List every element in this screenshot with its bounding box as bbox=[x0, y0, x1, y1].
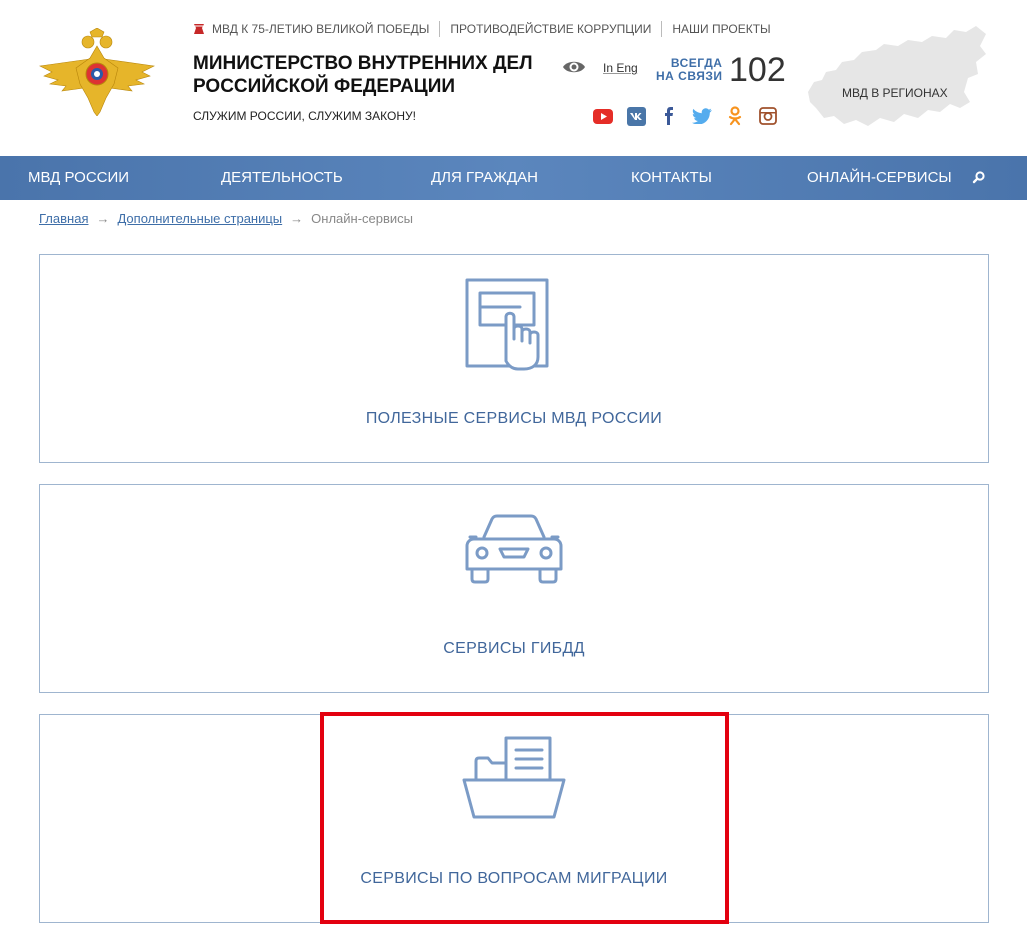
our-projects-link[interactable]: НАШИ ПРОЕКТЫ bbox=[672, 22, 770, 36]
nav-item-for-citizens[interactable]: ДЛЯ ГРАЖДАН bbox=[431, 156, 538, 200]
search-icon[interactable] bbox=[971, 170, 987, 186]
language-link[interactable]: In Eng bbox=[603, 61, 638, 75]
instagram-icon[interactable] bbox=[758, 106, 778, 126]
breadcrumb-separator: → bbox=[290, 211, 304, 226]
top-links: МВД К 75-ЛЕТИЮ ВЕЛИКОЙ ПОБЕДЫ ПРОТИВОДЕЙ… bbox=[192, 20, 771, 38]
eye-icon[interactable] bbox=[562, 58, 586, 76]
service-card-label: СЕРВИСЫ ГИБДД bbox=[443, 640, 585, 657]
divider bbox=[661, 21, 663, 37]
breadcrumb: Главная → Дополнительные страницы → Онла… bbox=[39, 211, 413, 226]
victory-75-label: МВД К 75-ЛЕТИЮ ВЕЛИКОЙ ПОБЕДЫ bbox=[212, 22, 430, 36]
service-card-gibdd[interactable]: СЕРВИСЫ ГИБДД bbox=[39, 484, 989, 693]
main-nav: МВД РОССИИ ДЕЯТЕЛЬНОСТЬ ДЛЯ ГРАЖДАН КОНТ… bbox=[0, 156, 1027, 200]
youtube-icon[interactable] bbox=[593, 106, 613, 126]
service-card-label: ПОЛЕЗНЫЕ СЕРВИСЫ МВД РОССИИ bbox=[365, 410, 663, 427]
breadcrumb-home[interactable]: Главная bbox=[39, 211, 88, 226]
folder-document-icon bbox=[462, 736, 566, 819]
victory-75-link[interactable]: МВД К 75-ЛЕТИЮ ВЕЛИКОЙ ПОБЕДЫ bbox=[192, 22, 429, 36]
site-header: МВД К 75-ЛЕТИЮ ВЕЛИКОЙ ПОБЕДЫ ПРОТИВОДЕЙ… bbox=[0, 0, 1027, 156]
touch-terminal-icon bbox=[465, 278, 549, 371]
victory-75-icon bbox=[194, 24, 204, 34]
social-links bbox=[593, 106, 791, 126]
russia-map[interactable] bbox=[800, 22, 990, 132]
service-card-migration[interactable]: СЕРВИСЫ ПО ВОПРОСАМ МИГРАЦИИ bbox=[39, 714, 989, 923]
service-card-mvd[interactable]: ПОЛЕЗНЫЕ СЕРВИСЫ МВД РОССИИ bbox=[39, 254, 989, 463]
emblem-logo[interactable] bbox=[38, 28, 156, 116]
service-card-label: СЕРВИСЫ ПО ВОПРОСАМ МИГРАЦИИ bbox=[360, 870, 668, 887]
facebook-icon[interactable] bbox=[659, 106, 679, 126]
phone-number[interactable]: 102 bbox=[729, 50, 786, 90]
site-title[interactable]: МИНИСТЕРСТВО ВНУТРЕННИХ ДЕЛ РОССИЙСКОЙ Ф… bbox=[193, 52, 553, 98]
always-connected: ВСЕГДА НА СВЯЗИ bbox=[656, 57, 722, 83]
car-icon bbox=[465, 514, 563, 584]
odnoklassniki-icon[interactable] bbox=[725, 106, 745, 126]
divider bbox=[439, 21, 441, 37]
nav-item-contacts[interactable]: КОНТАКТЫ bbox=[631, 156, 712, 200]
anti-corruption-link[interactable]: ПРОТИВОДЕЙСТВИЕ КОРРУПЦИИ bbox=[450, 22, 651, 36]
breadcrumb-additional-pages[interactable]: Дополнительные страницы bbox=[117, 211, 282, 226]
vk-icon[interactable] bbox=[626, 106, 646, 126]
regions-label[interactable]: МВД В РЕГИОНАХ bbox=[842, 86, 948, 100]
breadcrumb-separator: → bbox=[96, 211, 110, 226]
nav-item-online-services[interactable]: ОНЛАЙН-СЕРВИСЫ bbox=[807, 156, 952, 200]
always-line2: НА СВЯЗИ bbox=[656, 69, 723, 83]
nav-item-activity[interactable]: ДЕЯТЕЛЬНОСТЬ bbox=[221, 156, 343, 200]
site-slogan: СЛУЖИМ РОССИИ, СЛУЖИМ ЗАКОНУ! bbox=[193, 109, 416, 123]
breadcrumb-current: Онлайн-сервисы bbox=[311, 211, 414, 226]
nav-item-mvd-russia[interactable]: МВД РОССИИ bbox=[28, 156, 129, 200]
twitter-icon[interactable] bbox=[692, 106, 712, 126]
